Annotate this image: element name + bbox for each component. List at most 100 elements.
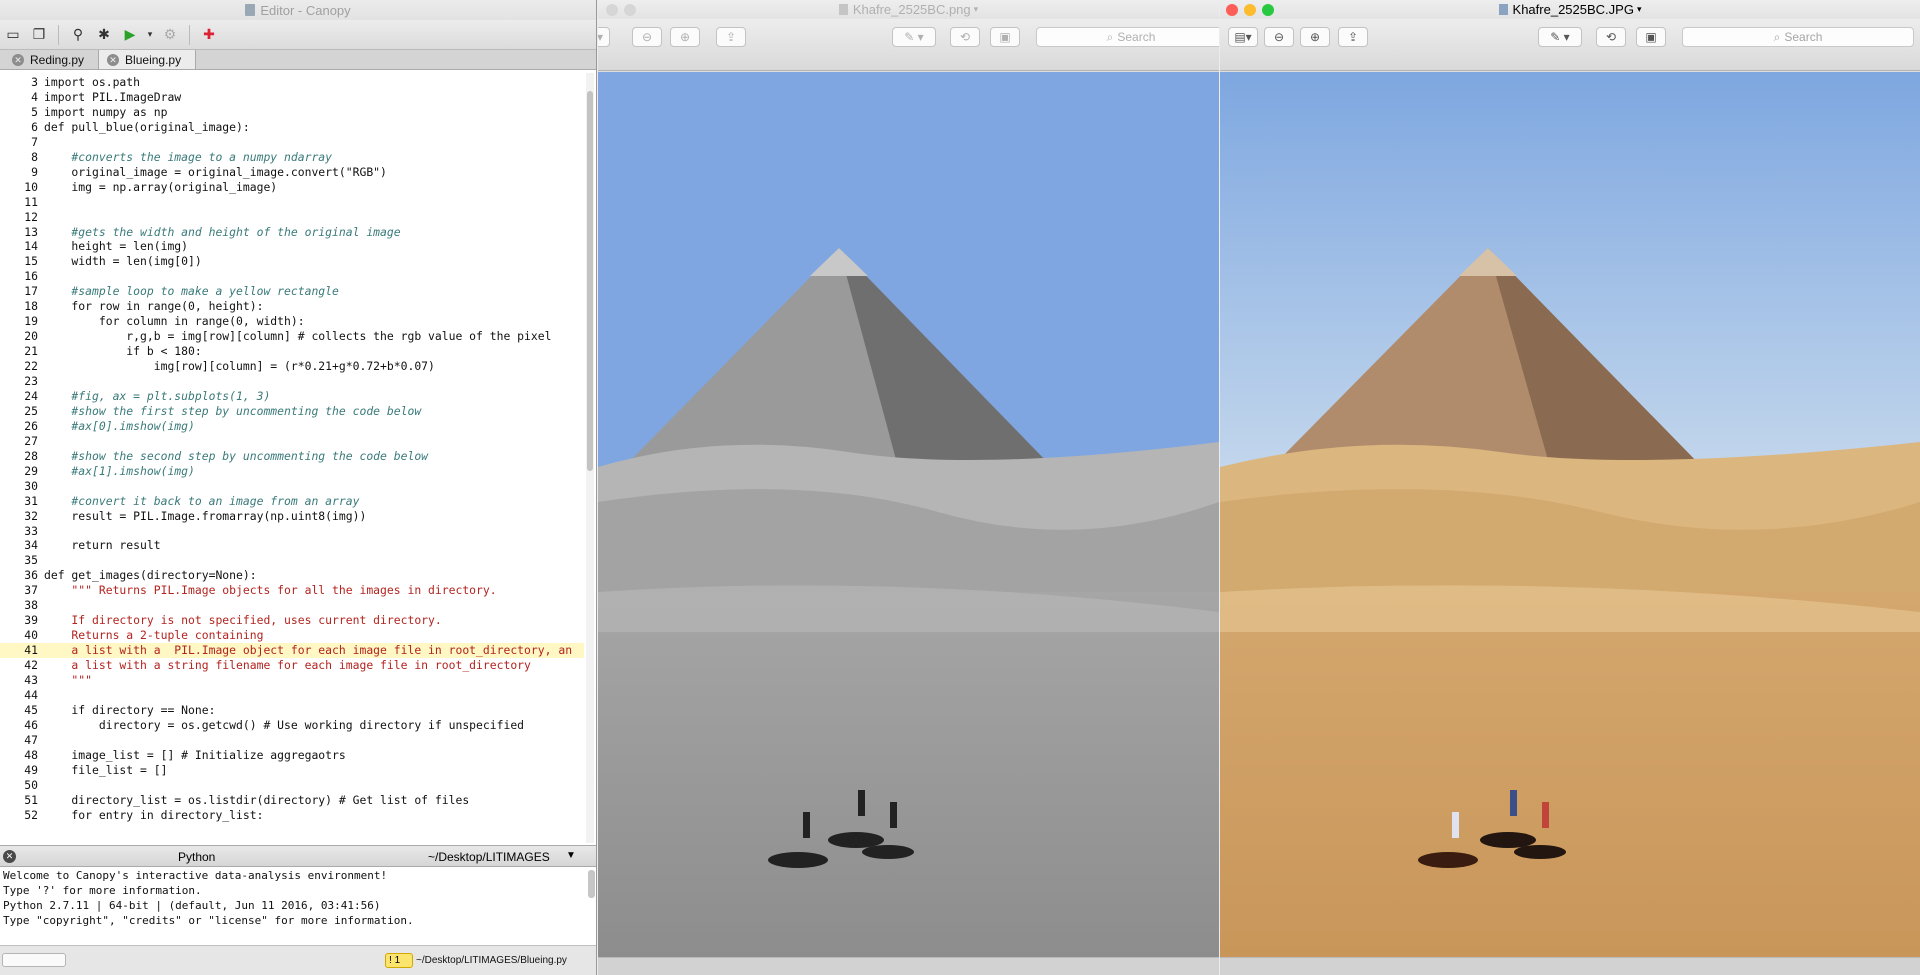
- code-line[interactable]: 5 import numpy as np: [0, 105, 584, 120]
- sidebar-toggle-icon[interactable]: ▾: [598, 27, 610, 47]
- copy-icon[interactable]: ❐: [28, 24, 50, 46]
- code-line[interactable]: 40 Returns a 2-tuple containing: [0, 628, 584, 643]
- code-line[interactable]: 33: [0, 524, 584, 539]
- code-line[interactable]: 44: [0, 688, 584, 703]
- close-icon[interactable]: ✕: [12, 53, 24, 66]
- preview-title: Khafre_2525BC.JPG: [1512, 2, 1634, 17]
- code-line[interactable]: 18 for row in range(0, height):: [0, 299, 584, 314]
- share-icon[interactable]: ⇪: [716, 27, 746, 47]
- zoom-window-button[interactable]: [1262, 4, 1274, 16]
- chevron-down-icon[interactable]: ▾: [1637, 4, 1642, 15]
- code-text: if directory == None:: [44, 702, 216, 717]
- code-line[interactable]: 22 img[row][column] = (r*0.21+g*0.72+b*0…: [0, 359, 584, 374]
- code-line[interactable]: 21 if b < 180:: [0, 344, 584, 359]
- code-line[interactable]: 25 #show the first step by uncommenting …: [0, 404, 584, 419]
- line-number: 14: [24, 239, 38, 254]
- code-line[interactable]: 17 #sample loop to make a yellow rectang…: [0, 284, 584, 299]
- code-line[interactable]: 26 #ax[0].imshow(img): [0, 419, 584, 434]
- zoom-out-icon[interactable]: ⊖: [1264, 27, 1294, 47]
- code-line[interactable]: 49 file_list = []: [0, 763, 584, 778]
- panel-menu-icon[interactable]: ▼: [566, 850, 576, 861]
- code-line[interactable]: 20 r,g,b = img[row][column] # collects t…: [0, 329, 584, 344]
- code-line[interactable]: 52 for entry in directory_list:: [0, 808, 584, 823]
- code-line[interactable]: 30: [0, 479, 584, 494]
- code-editor[interactable]: 3 import os.path 4 import PIL.ImageDraw 5 imp…: [0, 71, 596, 845]
- binoculars-icon[interactable]: ⚲: [67, 24, 89, 46]
- rotate-icon[interactable]: ⟲: [1596, 27, 1626, 47]
- code-line[interactable]: 12: [0, 210, 584, 225]
- code-line[interactable]: 4 import PIL.ImageDraw: [0, 90, 584, 105]
- code-line[interactable]: 19 for column in range(0, width):: [0, 314, 584, 329]
- code-line[interactable]: 51 directory_list = os.listdir(directory…: [0, 793, 584, 808]
- close-icon[interactable]: ✕: [107, 53, 120, 66]
- code-line[interactable]: 16: [0, 269, 584, 284]
- close-icon[interactable]: ✕: [3, 850, 16, 863]
- zoom-in-icon[interactable]: ⊕: [670, 27, 700, 47]
- code-line[interactable]: 45 if directory == None:: [0, 703, 584, 718]
- toolbox-icon[interactable]: ▣: [990, 27, 1020, 47]
- close-window-button[interactable]: [1226, 4, 1238, 16]
- code-line[interactable]: 48 image_list = [] # Initialize aggregao…: [0, 748, 584, 763]
- code-text: return result: [44, 538, 161, 553]
- minimize-window-button[interactable]: [1244, 4, 1256, 16]
- debug-icon[interactable]: ✱: [93, 24, 115, 46]
- code-line[interactable]: 42 a list with a string filename for eac…: [0, 658, 584, 673]
- markup-pen-icon[interactable]: ✎ ▾: [892, 27, 936, 47]
- code-line[interactable]: 6 def pull_blue(original_image):: [0, 120, 584, 135]
- code-line[interactable]: 23: [0, 374, 584, 389]
- code-line[interactable]: 8 #converts the image to a numpy ndarray: [0, 150, 584, 165]
- warning-badge[interactable]: ! 1: [385, 953, 413, 968]
- code-line[interactable]: 14 height = len(img): [0, 239, 584, 254]
- zoom-out-icon[interactable]: ⊖: [632, 27, 662, 47]
- python-console[interactable]: Welcome to Canopy's interactive data-ana…: [0, 868, 596, 945]
- search-placeholder: Search: [1117, 30, 1156, 44]
- close-window-button[interactable]: [606, 4, 618, 16]
- code-line[interactable]: 31 #convert it back to an image from an …: [0, 494, 584, 509]
- code-line[interactable]: 35: [0, 553, 584, 568]
- zoom-in-icon[interactable]: ⊕: [1300, 27, 1330, 47]
- minimize-window-button[interactable]: [624, 4, 636, 16]
- search-field[interactable]: ⌕ Search: [1036, 27, 1219, 47]
- code-line[interactable]: 36 def get_images(directory=None):: [0, 568, 584, 583]
- run-dropdown-icon[interactable]: ▾: [145, 24, 155, 46]
- rotate-icon[interactable]: ⟲: [950, 27, 980, 47]
- code-line[interactable]: 29 #ax[1].imshow(img): [0, 464, 584, 479]
- code-line[interactable]: 43 """: [0, 673, 584, 688]
- editor-scrollbar[interactable]: [586, 73, 594, 843]
- code-line[interactable]: 39 If directory is not specified, uses c…: [0, 613, 584, 628]
- code-line[interactable]: 9 original_image = original_image.conver…: [0, 165, 584, 180]
- preview-toolbar: ▾ ⊖ ⊕ ⇪ ✎ ▾ ⟲ ▣ ⌕ Search: [598, 19, 1219, 71]
- tab-reding[interactable]: ✕ Reding.py: [4, 50, 100, 69]
- code-line[interactable]: 7: [0, 135, 584, 150]
- code-line[interactable]: 10 img = np.array(original_image): [0, 180, 584, 195]
- sidebar-toggle-icon[interactable]: ▤▾: [1228, 27, 1258, 47]
- code-line[interactable]: 24 #fig, ax = plt.subplots(1, 3): [0, 389, 584, 404]
- code-line[interactable]: 46 directory = os.getcwd() # Use working…: [0, 718, 584, 733]
- chevron-down-icon[interactable]: ▾: [974, 4, 979, 15]
- tab-blueing[interactable]: ✕ Blueing.py: [99, 50, 197, 69]
- code-line[interactable]: 47: [0, 733, 584, 748]
- toolbox-icon[interactable]: ▣: [1636, 27, 1666, 47]
- code-line[interactable]: 38: [0, 598, 584, 613]
- code-line[interactable]: 32 result = PIL.Image.fromarray(np.uint8…: [0, 509, 584, 524]
- code-line[interactable]: 37 """ Returns PIL.Image objects for all…: [0, 583, 584, 598]
- share-icon[interactable]: ⇪: [1338, 27, 1368, 47]
- code-line[interactable]: 15 width = len(img[0]): [0, 254, 584, 269]
- code-line[interactable]: 34 return result: [0, 538, 584, 553]
- scrollbar-thumb[interactable]: [587, 91, 593, 471]
- search-field[interactable]: ⌕ Search: [1682, 27, 1914, 47]
- code-line[interactable]: 3 import os.path: [0, 75, 584, 90]
- status-selector[interactable]: [2, 953, 66, 967]
- code-line[interactable]: 13 #gets the width and height of the ori…: [0, 225, 584, 240]
- console-scrollbar[interactable]: [588, 870, 595, 898]
- code-line[interactable]: 28 #show the second step by uncommenting…: [0, 449, 584, 464]
- code-line[interactable]: 50: [0, 778, 584, 793]
- package-manager-icon[interactable]: ✚: [198, 24, 220, 46]
- settings-icon[interactable]: ⚙: [159, 24, 181, 46]
- new-file-icon[interactable]: ▭: [2, 24, 24, 46]
- run-icon[interactable]: ▶: [119, 24, 141, 46]
- code-line[interactable]: 11: [0, 195, 584, 210]
- markup-pen-icon[interactable]: ✎ ▾: [1538, 27, 1582, 47]
- code-line[interactable]: 27: [0, 434, 584, 449]
- code-line[interactable]: 41 a list with a PIL.Image object for ea…: [0, 643, 584, 659]
